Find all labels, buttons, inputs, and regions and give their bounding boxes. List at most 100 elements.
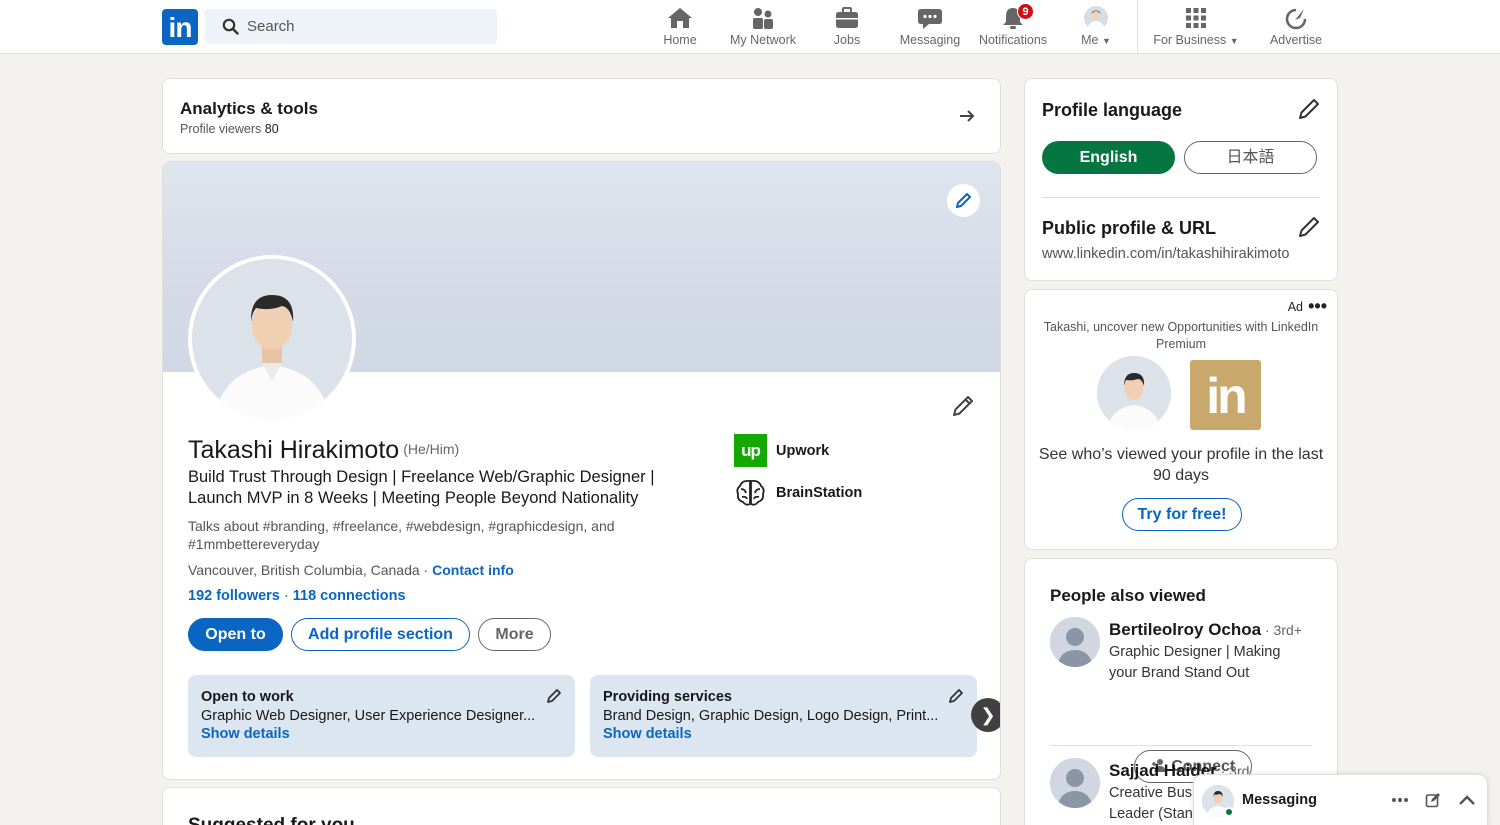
- more-button[interactable]: More: [478, 618, 551, 651]
- network-icon: [750, 6, 776, 30]
- online-status-icon: [1224, 807, 1234, 817]
- nav-my-network[interactable]: My Network: [727, 6, 799, 50]
- open-to-button[interactable]: Open to: [188, 618, 283, 651]
- nav-advertise[interactable]: Advertise: [1266, 6, 1326, 50]
- search-icon: [222, 18, 239, 35]
- grid-icon: [1183, 6, 1209, 30]
- connections-link[interactable]: 118 connections: [293, 588, 406, 604]
- people-also-viewed-title: People also viewed: [1050, 586, 1206, 605]
- chevron-down-icon: ▼: [1229, 36, 1239, 46]
- profile-name: Takashi Hirakimoto: [188, 436, 400, 464]
- chevron-down-icon: ▼: [1101, 36, 1111, 46]
- nav-jobs-label: Jobs: [833, 33, 861, 47]
- ad-card: Ad ••• Takashi, uncover new Opportunitie…: [1024, 289, 1338, 550]
- nav-my-network-label: My Network: [730, 33, 796, 47]
- providing-services-description: Brand Design, Graphic Design, Logo Desig…: [603, 708, 939, 724]
- home-icon: [667, 6, 693, 30]
- linkedin-logo[interactable]: in: [162, 9, 198, 45]
- messaging-title: Messaging: [1242, 792, 1317, 808]
- profile-location: Vancouver, British Columbia, Canada: [188, 562, 420, 578]
- top-navigation: in Home My Network Jobs Messaging 9 Noti…: [0, 0, 1500, 54]
- nav-notifications[interactable]: 9 Notifications: [975, 3, 1051, 50]
- more-options-icon[interactable]: [1391, 797, 1409, 803]
- contact-info-link[interactable]: Contact info: [432, 562, 514, 578]
- nav-me-label: Me ▼: [1081, 33, 1111, 47]
- linkedin-premium-logo: in: [1190, 360, 1261, 430]
- company-name: Upwork: [776, 443, 830, 459]
- bell-icon: 9: [1000, 3, 1034, 30]
- profile-stats: 192 followers · 118 connections: [188, 588, 406, 604]
- nav-messaging-label: Messaging: [899, 33, 961, 47]
- carousel-next-button[interactable]: ❯: [971, 698, 1000, 732]
- show-details-link[interactable]: Show details: [201, 726, 290, 742]
- chevron-up-icon[interactable]: [1458, 794, 1476, 806]
- avatar: [1084, 6, 1108, 30]
- nav-home[interactable]: Home: [654, 6, 706, 50]
- compose-icon[interactable]: [1425, 792, 1441, 808]
- language-english-button[interactable]: English: [1042, 141, 1175, 174]
- nav-divider: [1137, 0, 1138, 54]
- chat-icon: [917, 6, 943, 30]
- suggested-card: Suggested for you: [162, 787, 1001, 825]
- compass-icon: [1283, 6, 1309, 30]
- public-profile-title: Public profile & URL: [1042, 218, 1217, 238]
- brainstation-logo: [734, 476, 767, 509]
- profile-language-title: Profile language: [1042, 100, 1183, 120]
- edit-intro-pencil-icon[interactable]: [951, 394, 975, 418]
- ad-headline: See who’s viewed your profile in the las…: [1038, 446, 1324, 484]
- public-profile-url: www.linkedin.com/in/takashihirakimoto: [1042, 246, 1290, 262]
- upwork-logo: up: [734, 434, 767, 467]
- show-details-link[interactable]: Show details: [603, 726, 692, 742]
- add-profile-section-button[interactable]: Add profile section: [291, 618, 470, 651]
- messaging-overlay[interactable]: Messaging: [1193, 774, 1488, 825]
- avatar: [1050, 617, 1100, 667]
- company-name: BrainStation: [776, 485, 863, 501]
- briefcase-icon: [834, 6, 860, 30]
- open-to-work-card[interactable]: Open to work Graphic Web Designer, User …: [188, 675, 575, 757]
- pencil-icon[interactable]: [546, 688, 562, 704]
- try-for-free-button[interactable]: Try for free!: [1122, 498, 1242, 531]
- person-name[interactable]: Bertileolroy Ochoa: [1109, 620, 1261, 639]
- nav-me[interactable]: Me ▼: [1076, 6, 1116, 50]
- nav-for-business[interactable]: For Business ▼: [1150, 6, 1242, 50]
- person-headline: Graphic Designer | Making your Brand Sta…: [1109, 644, 1281, 681]
- profile-settings-card: Profile language English 日本語 Public prof…: [1024, 78, 1338, 281]
- search-box[interactable]: [205, 9, 497, 44]
- profile-talks-about: Talks about #branding, #freelance, #webd…: [188, 518, 615, 552]
- pronouns: (He/Him): [403, 441, 460, 457]
- person-name-row: Bertileolroy Ochoa · 3rd+: [1109, 620, 1302, 640]
- profile-photo[interactable]: [188, 255, 356, 423]
- profile-viewers: Profile viewers 80: [180, 122, 279, 136]
- notification-badge: 9: [1017, 3, 1034, 20]
- ad-label: Ad: [1287, 300, 1303, 314]
- providing-services-card[interactable]: Providing services Brand Design, Graphic…: [590, 675, 977, 757]
- pencil-icon[interactable]: [948, 688, 964, 704]
- nav-for-business-label: For Business ▼: [1153, 33, 1239, 47]
- pencil-icon: [956, 193, 971, 208]
- analytics-tools-card[interactable]: Analytics & tools Profile viewers 80: [162, 78, 1001, 154]
- pencil-icon[interactable]: [1297, 97, 1321, 121]
- suggested-title: Suggested for you: [188, 815, 355, 825]
- language-japanese-button[interactable]: 日本語: [1184, 141, 1317, 174]
- profile-location-row: Vancouver, British Columbia, Canada · Co…: [188, 562, 514, 578]
- search-input[interactable]: [247, 9, 487, 44]
- open-to-work-title: Open to work: [201, 689, 294, 705]
- providing-services-title: Providing services: [603, 689, 732, 705]
- edit-banner-button[interactable]: [947, 184, 980, 217]
- ad-avatar: [1097, 356, 1171, 430]
- nav-jobs[interactable]: Jobs: [826, 6, 868, 50]
- followers-link[interactable]: 192 followers: [188, 588, 280, 604]
- profile-top-card: Takashi Hirakimoto (He/Him) Build Trust T…: [162, 161, 1001, 780]
- analytics-title: Analytics & tools: [180, 99, 318, 118]
- nav-advertise-label: Advertise: [1269, 33, 1323, 47]
- profile-headline: Build Trust Through Design | Freelance W…: [188, 468, 655, 507]
- nav-messaging[interactable]: Messaging: [897, 6, 963, 50]
- profile-name-row: Takashi Hirakimoto (He/Him): [188, 436, 459, 465]
- more-options-icon[interactable]: •••: [1308, 296, 1327, 317]
- arrow-right-icon[interactable]: [958, 107, 976, 125]
- open-to-work-description: Graphic Web Designer, User Experience De…: [201, 708, 536, 724]
- pencil-icon[interactable]: [1297, 215, 1321, 239]
- connection-degree: · 3rd+: [1261, 622, 1302, 638]
- divider: [1050, 745, 1312, 746]
- profile-viewers-count: 80: [264, 122, 279, 136]
